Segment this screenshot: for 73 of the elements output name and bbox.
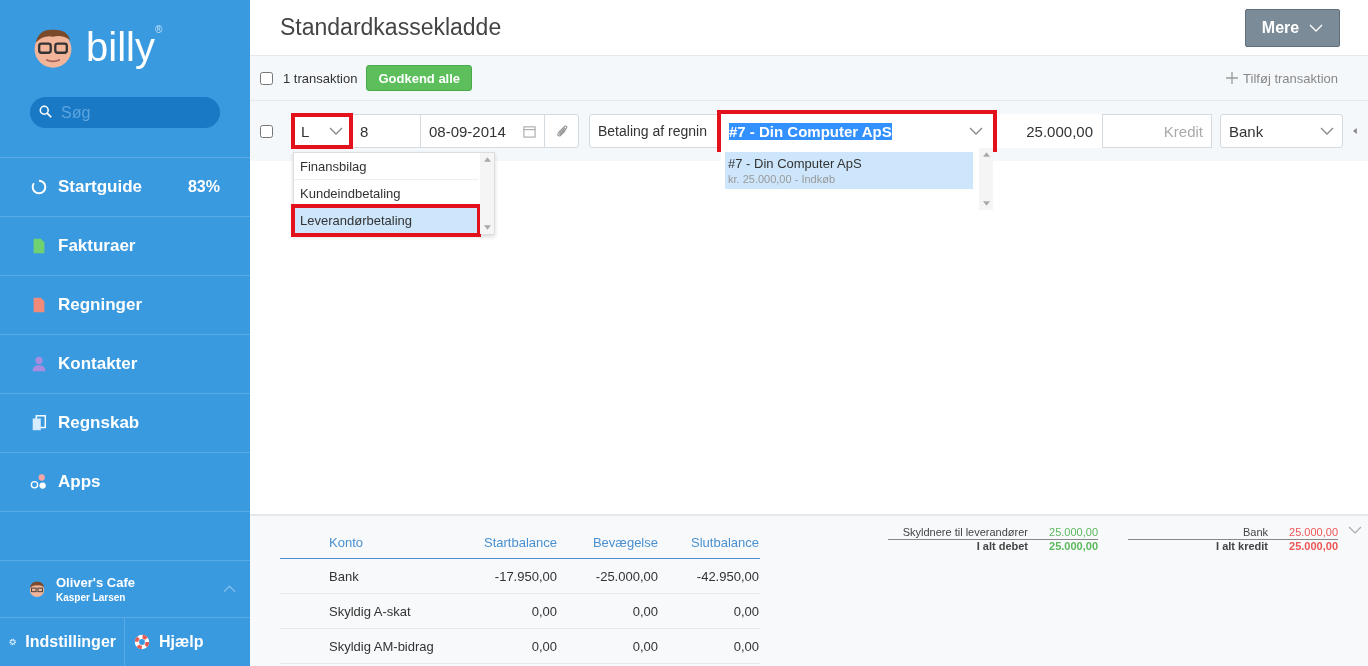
scroll-up-icon[interactable] (982, 152, 990, 157)
row-checkbox[interactable] (260, 124, 273, 138)
scrollbar[interactable] (979, 148, 993, 210)
column-header: Bevægelse (558, 526, 659, 559)
collapse-arrow-icon[interactable] (1353, 127, 1358, 135)
table-cell: 0,00 (558, 593, 659, 629)
attachment-button[interactable] (544, 114, 579, 148)
debit-field[interactable]: 25.000,00 (992, 114, 1102, 148)
person-icon (30, 355, 48, 373)
account-select[interactable]: Bank (1220, 114, 1344, 148)
table-cell: 0,00 (659, 628, 760, 664)
chevron-down-icon (329, 127, 343, 135)
table-cell: 0,00 (457, 628, 558, 664)
total-amount: 25.000,00 (1048, 540, 1098, 552)
table-cell: -42.950,00 (659, 558, 760, 594)
table-cell: 0,00 (659, 593, 760, 629)
chevron-down-icon (1320, 127, 1335, 135)
avatar-icon (28, 580, 46, 598)
dropdown-option[interactable]: Finansbilag (294, 153, 478, 180)
date-field[interactable]: 08-09-2014 (420, 114, 545, 148)
total-label: I alt kredit (1216, 540, 1268, 552)
page-title: Standardkassekladde (280, 14, 502, 41)
scrollbar[interactable] (480, 153, 494, 234)
column-header: Startbalance (457, 526, 558, 559)
user-name: Kasper Larsen (56, 592, 127, 603)
table-cell: 0,00 (558, 628, 659, 664)
progress-ring-icon (30, 178, 48, 196)
documents-icon (30, 414, 48, 432)
table-cell: 0,00 (457, 593, 558, 629)
plus-icon (1226, 72, 1239, 84)
credit-field[interactable]: Kredit (1102, 114, 1212, 148)
registered-mark: ® (154, 24, 163, 35)
dropdown-option[interactable]: Leverandørbetaling (294, 207, 478, 234)
add-transaction-link[interactable]: Tilføj transaktion (1226, 70, 1338, 86)
settings-link[interactable]: Indstillinger (0, 618, 125, 666)
number-field[interactable]: 8 (351, 114, 421, 148)
table-cell: Bank (280, 558, 457, 594)
type-select[interactable]: L (292, 114, 352, 148)
chevron-down-icon[interactable] (1348, 526, 1362, 534)
lifebuoy-icon (133, 633, 151, 651)
column-header: Konto (280, 526, 457, 559)
invoice-option[interactable]: #7 - Din Computer ApS kr. 25.000,00 - Indkøb (725, 152, 973, 189)
column-header: Slutbalance (659, 526, 760, 559)
scroll-down-icon[interactable] (982, 201, 990, 206)
transaction-count: 1 transaktion (283, 70, 358, 86)
search-icon (39, 105, 53, 119)
logo-text: billy (86, 27, 155, 67)
table-cell: -17.950,00 (457, 558, 558, 594)
total-amount: 25.000,00 (1288, 540, 1338, 552)
help-link[interactable]: Hjælp (125, 618, 212, 666)
company-switcher[interactable]: Oliver's Cafe Kasper Larsen (0, 560, 250, 618)
apps-icon (30, 473, 48, 491)
select-all-checkbox[interactable] (260, 71, 273, 85)
table-cell: Skyldig A-skat (280, 593, 457, 629)
scroll-down-icon[interactable] (483, 225, 491, 230)
approve-all-button[interactable]: Godkend alle (366, 65, 473, 91)
table-cell: Skyldig AM-bidrag (280, 628, 457, 664)
progress-percent: 83% (187, 178, 220, 196)
summary-amount: 25.000,00 (1048, 526, 1098, 538)
table-cell: -25.000,00 (558, 558, 659, 594)
summary-label: Bank (1242, 526, 1268, 538)
calendar-icon (523, 124, 536, 138)
more-button[interactable]: Mere (1245, 8, 1340, 47)
chevron-down-icon (1309, 23, 1324, 32)
chevron-down-icon (969, 127, 983, 135)
total-label: I alt debet (976, 540, 1028, 552)
company-name: Oliver's Cafe (56, 575, 136, 590)
chevron-up-icon (223, 585, 236, 593)
summary-label: Skyldnere til leverandører (902, 526, 1028, 538)
scroll-up-icon[interactable] (483, 157, 491, 162)
invoice-select[interactable]: #7 - Din Computer ApS (720, 114, 992, 148)
search-field[interactable]: Søg (30, 97, 220, 128)
summary-amount: 25.000,00 (1288, 526, 1338, 538)
